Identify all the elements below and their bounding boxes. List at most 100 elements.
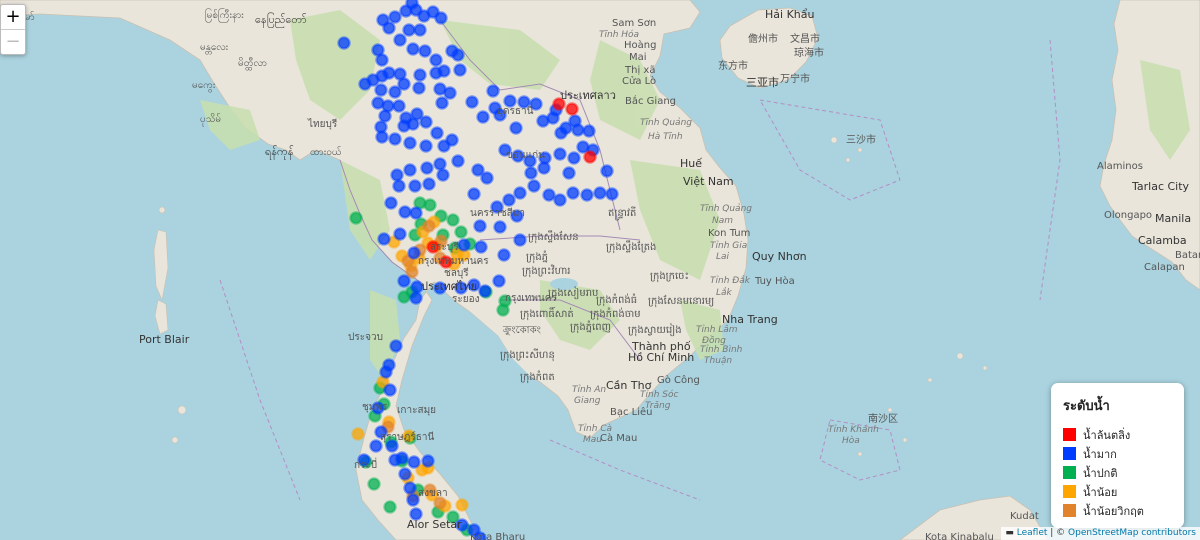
station-marker-blue[interactable] <box>437 139 451 153</box>
station-marker-blue[interactable] <box>480 171 494 185</box>
station-marker-blue[interactable] <box>434 11 448 25</box>
map-canvas[interactable]: ဗန်းမော်မြစ်ကြီးနားနေပြည်တော်မန္တလေးမိတ္… <box>0 0 1200 540</box>
station-marker-blue[interactable] <box>375 53 389 67</box>
station-marker-blue[interactable] <box>419 115 433 129</box>
station-marker-blue[interactable] <box>419 139 433 153</box>
station-marker-blue[interactable] <box>600 164 614 178</box>
station-marker-blue[interactable] <box>536 114 550 128</box>
station-marker-blue[interactable] <box>497 248 511 262</box>
station-marker-blue[interactable] <box>436 168 450 182</box>
station-marker-blue[interactable] <box>451 154 465 168</box>
station-marker-blue[interactable] <box>553 193 567 207</box>
station-marker-blue[interactable] <box>568 114 582 128</box>
station-marker-blue[interactable] <box>409 206 423 220</box>
station-marker-blue[interactable] <box>403 481 417 495</box>
station-marker-red[interactable] <box>565 102 579 116</box>
zoom-out-button[interactable]: − <box>1 29 25 54</box>
station-marker-blue[interactable] <box>377 232 391 246</box>
station-marker-green[interactable] <box>496 303 510 317</box>
station-marker-blue[interactable] <box>493 220 507 234</box>
station-marker-blue[interactable] <box>524 166 538 180</box>
station-marker-blue[interactable] <box>413 23 427 37</box>
station-marker-blue[interactable] <box>382 21 396 35</box>
station-marker-blue[interactable] <box>457 238 471 252</box>
station-marker-blue[interactable] <box>478 284 492 298</box>
station-marker-blue[interactable] <box>453 63 467 77</box>
station-marker-blue[interactable] <box>542 188 556 202</box>
station-marker-green[interactable] <box>349 211 363 225</box>
station-marker-blue[interactable] <box>392 179 406 193</box>
station-marker-blue[interactable] <box>398 467 412 481</box>
station-marker-blue[interactable] <box>384 196 398 210</box>
leaflet-link[interactable]: Leaflet <box>1017 528 1048 538</box>
station-marker-blue[interactable] <box>451 48 465 62</box>
station-marker-blue[interactable] <box>358 77 372 91</box>
station-marker-blue[interactable] <box>406 493 420 507</box>
station-marker-blue[interactable] <box>392 99 406 113</box>
station-marker-blue[interactable] <box>389 339 403 353</box>
station-marker-blue[interactable] <box>382 66 396 80</box>
station-marker-dorange[interactable] <box>422 219 436 233</box>
station-marker-blue[interactable] <box>486 84 500 98</box>
station-marker-blue[interactable] <box>393 33 407 47</box>
station-marker-blue[interactable] <box>465 95 479 109</box>
station-marker-blue[interactable] <box>566 186 580 200</box>
station-marker-blue[interactable] <box>473 219 487 233</box>
station-marker-blue[interactable] <box>580 188 594 202</box>
station-marker-blue[interactable] <box>403 163 417 177</box>
station-marker-blue[interactable] <box>430 126 444 140</box>
station-marker-green[interactable] <box>367 477 381 491</box>
station-marker-blue[interactable] <box>408 179 422 193</box>
station-marker-blue[interactable] <box>513 233 527 247</box>
station-marker-blue[interactable] <box>406 42 420 56</box>
station-marker-blue[interactable] <box>409 291 423 305</box>
station-marker-green[interactable] <box>397 290 411 304</box>
station-marker-blue[interactable] <box>405 0 419 10</box>
station-marker-blue[interactable] <box>509 121 523 135</box>
station-marker-blue[interactable] <box>407 455 421 469</box>
station-marker-green[interactable] <box>383 500 397 514</box>
zoom-in-button[interactable]: + <box>1 5 25 29</box>
station-marker-blue[interactable] <box>513 186 527 200</box>
station-marker-blue[interactable] <box>562 166 576 180</box>
station-marker-blue[interactable] <box>402 23 416 37</box>
station-marker-blue[interactable] <box>413 68 427 82</box>
station-marker-blue[interactable] <box>467 187 481 201</box>
station-marker-green[interactable] <box>446 213 460 227</box>
station-marker-blue[interactable] <box>527 179 541 193</box>
station-marker-blue[interactable] <box>537 161 551 175</box>
station-marker-blue[interactable] <box>420 161 434 175</box>
station-marker-blue[interactable] <box>403 136 417 150</box>
station-marker-blue[interactable] <box>437 64 451 78</box>
station-marker-blue[interactable] <box>388 10 402 24</box>
station-marker-blue[interactable] <box>567 151 581 165</box>
station-marker-red[interactable] <box>583 150 597 164</box>
station-marker-blue[interactable] <box>422 177 436 191</box>
station-marker-blue[interactable] <box>397 274 411 288</box>
station-marker-blue[interactable] <box>378 109 392 123</box>
station-marker-blue[interactable] <box>593 186 607 200</box>
station-marker-green[interactable] <box>454 225 468 239</box>
station-marker-blue[interactable] <box>337 36 351 50</box>
station-marker-blue[interactable] <box>406 117 420 131</box>
station-marker-blue[interactable] <box>492 274 506 288</box>
station-marker-blue[interactable] <box>395 451 409 465</box>
station-marker-blue[interactable] <box>375 130 389 144</box>
station-marker-orange[interactable] <box>351 427 365 441</box>
osm-link[interactable]: OpenStreetMap contributors <box>1068 528 1196 538</box>
station-marker-blue[interactable] <box>374 83 388 97</box>
station-marker-blue[interactable] <box>476 110 490 124</box>
station-marker-blue[interactable] <box>435 96 449 110</box>
station-marker-blue[interactable] <box>398 205 412 219</box>
station-marker-blue[interactable] <box>474 240 488 254</box>
station-marker-blue[interactable] <box>382 358 396 372</box>
station-marker-blue[interactable] <box>390 168 404 182</box>
station-marker-blue[interactable] <box>388 132 402 146</box>
station-marker-orange[interactable] <box>455 498 469 512</box>
station-marker-blue[interactable] <box>383 383 397 397</box>
station-marker-blue[interactable] <box>554 126 568 140</box>
station-marker-blue[interactable] <box>397 77 411 91</box>
station-marker-blue[interactable] <box>429 53 443 67</box>
station-marker-blue[interactable] <box>443 86 457 100</box>
station-marker-blue[interactable] <box>418 44 432 58</box>
